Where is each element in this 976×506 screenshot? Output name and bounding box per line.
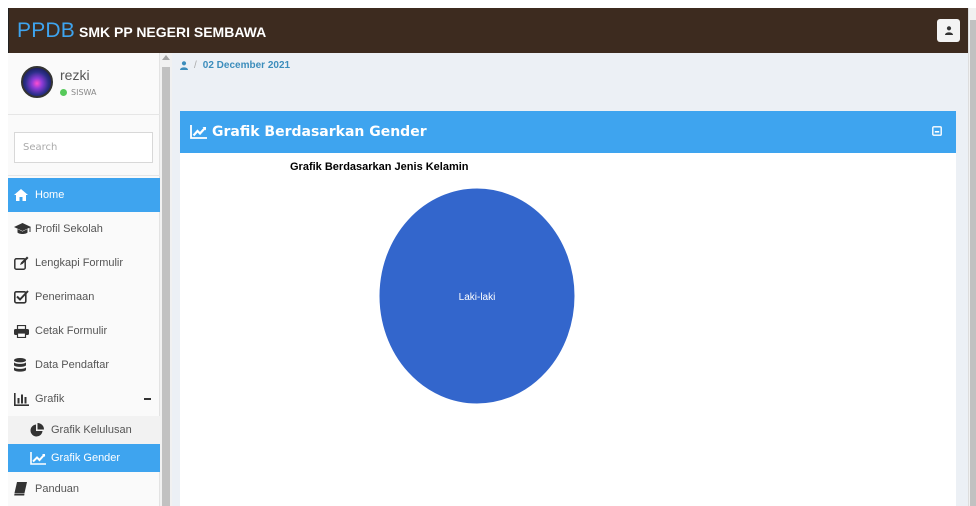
sidebar-item-penerimaan[interactable]: Penerimaan: [8, 280, 160, 314]
user-status: SISWA: [60, 88, 96, 97]
sidebar-item-grafik[interactable]: Grafik: [8, 382, 160, 416]
sidebar-item-label: Grafik Kelulusan: [51, 424, 132, 436]
chart-title: Grafik Berdasarkan Jenis Kelamin: [290, 161, 469, 173]
window-top-strip: [0, 0, 976, 8]
line-chart-icon: [190, 125, 207, 139]
sidebar-item-home[interactable]: Home: [8, 178, 160, 212]
breadcrumb: / 02 December 2021: [180, 60, 290, 71]
sidebar-item-label: Profil Sekolah: [35, 223, 103, 235]
online-status-icon: [60, 89, 67, 96]
sidebar-menu: Home Profil Sekolah Lengkapi Formulir Pe…: [8, 178, 160, 506]
sidebar-scrollbar[interactable]: [160, 53, 172, 506]
sidebar-item-label: Grafik Gender: [51, 452, 121, 464]
sidebar-subitem-grafik-kelulusan[interactable]: Grafik Kelulusan: [8, 416, 160, 444]
scroll-up-icon[interactable]: [162, 55, 170, 60]
search-input[interactable]: [14, 132, 153, 163]
sidebar-item-panduan[interactable]: Panduan: [8, 472, 160, 506]
top-navbar: PPDB SMK PP NEGERI SEMBAWA: [8, 8, 968, 53]
sidebar-scrollbar-thumb[interactable]: [162, 67, 170, 506]
page-scrollbar-thumb[interactable]: [970, 20, 976, 506]
sidebar-item-label: Panduan: [35, 483, 80, 495]
pie-chart-icon: [30, 422, 50, 438]
left-edge: [0, 8, 8, 506]
user-menu-button[interactable]: [937, 19, 960, 42]
avatar: [21, 66, 53, 98]
main-content: / 02 December 2021 Grafik Berdasarkan Ge…: [172, 53, 968, 506]
sidebar-item-lengkapi-formulir[interactable]: Lengkapi Formulir: [8, 246, 160, 280]
sidebar-item-label: Penerimaan: [35, 291, 95, 303]
graduation-cap-icon: [14, 221, 34, 237]
minimize-icon: [932, 126, 942, 136]
gender-pie-chart: Grafik Berdasarkan Jenis Kelamin Laki-la…: [290, 161, 576, 405]
sidebar-item-data-pendaftar[interactable]: Data Pendaftar: [8, 348, 160, 382]
print-icon: [14, 323, 34, 339]
sidebar-item-label: Grafik: [35, 393, 65, 405]
book-icon: [14, 481, 34, 497]
gender-chart-card: Grafik Berdasarkan Gender Grafik Berdasa…: [180, 111, 956, 506]
sidebar-search: [8, 116, 160, 176]
sidebar: rezki SISWA Home Profil Sekolah Lengkapi…: [8, 53, 160, 506]
card-minimize-button[interactable]: [930, 124, 944, 138]
page-scrollbar[interactable]: [968, 8, 976, 506]
check-square-icon: [14, 289, 34, 305]
sidebar-item-label: Lengkapi Formulir: [35, 257, 124, 269]
card-header: Grafik Berdasarkan Gender: [180, 111, 956, 153]
pie-label: Laki-laki: [459, 292, 496, 303]
brand-short: PPDB: [17, 18, 75, 42]
sidebar-item-cetak-formulir[interactable]: Cetak Formulir: [8, 314, 160, 348]
user-icon[interactable]: [180, 61, 188, 70]
breadcrumb-separator: /: [194, 60, 197, 71]
sidebar-subitem-grafik-gender[interactable]: Grafik Gender: [8, 444, 160, 472]
line-chart-icon: [30, 450, 50, 466]
card-title: Grafik Berdasarkan Gender: [212, 124, 427, 140]
brand-school-name: SMK PP NEGERI SEMBAWA: [79, 23, 267, 40]
edit-icon: [14, 255, 34, 271]
sidebar-item-label: Cetak Formulir: [35, 325, 108, 337]
user-name: rezki: [60, 67, 90, 83]
sidebar-item-profil-sekolah[interactable]: Profil Sekolah: [8, 212, 160, 246]
user-icon: [944, 26, 953, 35]
database-icon: [14, 357, 34, 373]
brand-logo[interactable]: PPDB SMK PP NEGERI SEMBAWA: [17, 19, 266, 43]
user-role: SISWA: [71, 88, 97, 97]
bar-chart-icon: [14, 391, 34, 407]
sidebar-item-label: Home: [35, 189, 65, 201]
sidebar-item-label: Data Pendaftar: [35, 359, 109, 371]
user-panel: rezki SISWA: [8, 53, 160, 115]
collapse-icon[interactable]: [144, 398, 151, 400]
home-icon: [14, 187, 34, 203]
breadcrumb-date: 02 December 2021: [202, 60, 291, 71]
